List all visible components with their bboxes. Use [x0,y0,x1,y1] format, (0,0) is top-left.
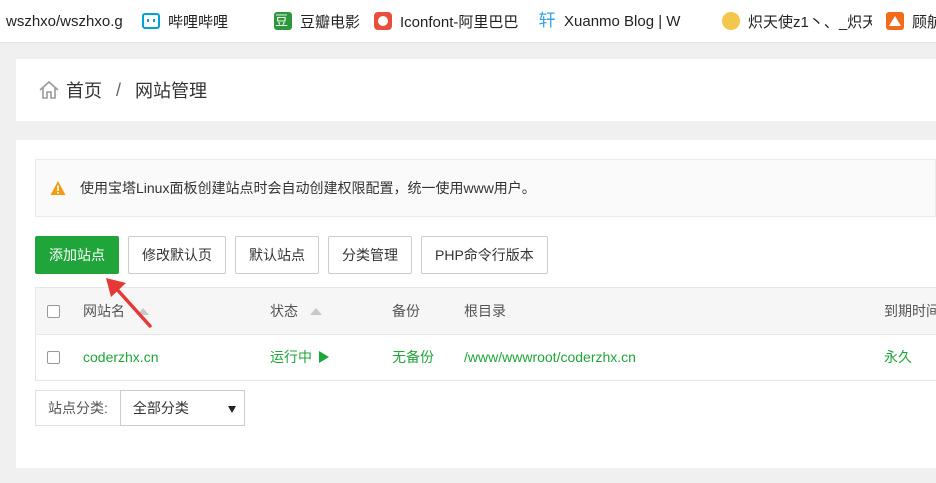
bookmark-wszhxo[interactable]: wszhxo/wszhxo.g [0,0,142,42]
breadcrumb-card: 首页 / 网站管理 [16,59,936,121]
edit-default-page-button[interactable]: 修改默认页 [128,236,226,274]
warning-icon [50,181,66,195]
category-select[interactable]: 全部分类 [119,390,245,426]
bookmark-iconfont[interactable]: Iconfont-阿里巴巴 [374,0,538,42]
row-checkbox[interactable] [47,350,60,364]
douban-icon [274,12,292,30]
table-header: 网站名 状态 备份 根目录 到期时间 [36,288,936,335]
category-filter: 站点分类: 全部分类 [35,390,245,426]
home-icon[interactable] [38,79,60,101]
bookmark-xuanmo-blog[interactable]: 轩 Xuanmo Blog | W [538,0,722,42]
notice-banner: 使用宝塔Linux面板创建站点时会自动创建权限配置，统一使用www用户。 [35,159,936,217]
php-cli-version-button[interactable]: PHP命令行版本 [421,236,548,274]
status-toggle[interactable]: 运行中 [270,334,329,380]
breadcrumb-current: 网站管理 [135,81,208,101]
xuanmo-icon: 轩 [538,11,556,30]
bookmark-angel[interactable]: 炽天使z1丶、_炽天 [722,0,886,42]
caret-down-icon [227,406,236,413]
add-site-button[interactable]: 添加站点 [35,236,119,274]
default-site-button[interactable]: 默认站点 [235,236,319,274]
select-all-checkbox[interactable] [47,304,60,318]
play-icon [319,351,329,363]
header-root-dir: 根目录 [464,303,506,319]
header-backup: 备份 [392,303,420,319]
root-dir-link[interactable]: /www/wwwroot/coderzhx.cn [464,334,636,380]
bookmark-bilibili[interactable]: 哔哩哔哩 [142,0,274,42]
site-table: 网站名 状态 备份 根目录 到期时间 coderzhx.cn 运行中 无备份 /… [35,287,936,381]
backup-link[interactable]: 无备份 [392,334,434,380]
breadcrumb-home-link[interactable]: 首页 [66,77,102,103]
header-expire: 到期时间 [884,303,936,319]
header-status[interactable]: 状态 [270,288,322,334]
iconfont-icon [374,12,393,30]
table-row: coderzhx.cn 运行中 无备份 /www/wwwroot/coderzh… [36,334,936,380]
sort-asc-icon [310,307,322,315]
expire-link[interactable]: 永久 [884,334,912,380]
angel-icon [722,12,741,30]
category-manage-button[interactable]: 分类管理 [328,236,412,274]
toolbar: 添加站点 修改默认页 默认站点 分类管理 PHP命令行版本 [35,236,557,274]
bookmark-guhang[interactable]: 顾航Web前 [886,0,936,42]
site-name-link[interactable]: coderzhx.cn [83,334,158,380]
row-select-cell [47,334,60,380]
bookmark-douban[interactable]: 豆瓣电影 [274,0,374,42]
annotation-arrow-icon [106,278,152,328]
breadcrumb: 首页 / 网站管理 [38,59,207,121]
bookmarks-bar: wszhxo/wszhxo.g 哔哩哔哩 豆瓣电影 Iconfont-阿里巴巴 … [0,0,936,43]
notice-text: 使用宝塔Linux面板创建站点时会自动创建权限配置，统一使用www用户。 [80,180,536,196]
select-all-cell [47,288,60,334]
guhang-icon [886,12,905,30]
breadcrumb-separator: / [116,79,122,100]
bilibili-icon [142,13,160,29]
category-filter-label: 站点分类: [35,390,120,426]
